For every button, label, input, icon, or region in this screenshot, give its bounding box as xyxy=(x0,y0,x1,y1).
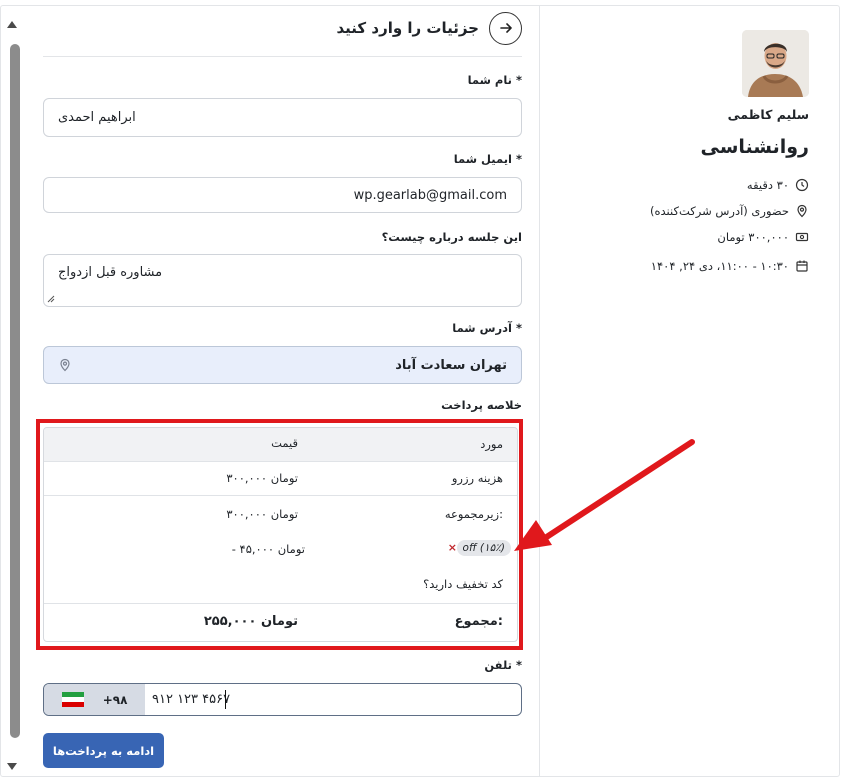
country-code: +۹۸ xyxy=(102,692,128,707)
name-field[interactable]: ابراهیم احمدی xyxy=(43,98,522,137)
form-title: جزئیات را وارد کنید xyxy=(336,19,479,37)
vertical-scrollbar[interactable] xyxy=(4,21,20,770)
notes-textarea[interactable]: مشاوره قبل ازدواج xyxy=(43,254,522,307)
event-title: روانشناسی xyxy=(700,136,809,158)
scroll-down-arrow[interactable] xyxy=(7,763,17,770)
email-field[interactable]: wp.gearlab@gmail.com xyxy=(43,177,522,213)
duration-text: ۳۰ دقیقه xyxy=(746,178,789,192)
submit-label: ادامه به پرداخت‌ها xyxy=(52,743,155,758)
scroll-thumb[interactable] xyxy=(10,44,20,738)
country-code-selector[interactable]: +۹۸ xyxy=(44,684,145,715)
map-pin-icon xyxy=(60,358,70,372)
email-label: ایمیل شما * xyxy=(453,152,522,166)
price-text: ۳۰۰,۰۰۰ تومان xyxy=(717,230,789,244)
scroll-up-arrow[interactable] xyxy=(7,21,17,28)
phone-label: تلفن * xyxy=(484,658,522,672)
avatar xyxy=(742,30,809,97)
clock-icon xyxy=(795,178,809,192)
highlight-box xyxy=(36,419,523,650)
host-photo xyxy=(742,30,809,97)
datetime-text: ۱۰:۳۰ - ۱۱:۰۰، دی ۲۴, ۱۴۰۴ xyxy=(650,259,789,273)
location-row: حضوری (آدرس شرکت‌کننده) xyxy=(650,204,809,218)
back-button[interactable] xyxy=(489,11,522,45)
calendar-icon xyxy=(796,260,808,272)
address-value: تهران سعادت آباد xyxy=(395,357,507,373)
map-pin-icon xyxy=(797,204,807,218)
form-panel: جزئیات را وارد کنید نام شما * ابراهیم اح… xyxy=(22,5,539,777)
summary-label: خلاصه پرداخت xyxy=(441,398,522,412)
arrow-right-icon xyxy=(499,23,512,33)
duration-row: ۳۰ دقیقه xyxy=(747,178,809,192)
iran-flag-icon xyxy=(61,692,84,707)
phone-field[interactable]: +۹۸ ۹۱۲ ۱۲۳ ۴۵۶۷ xyxy=(43,683,522,716)
continue-to-payment-button[interactable]: ادامه به پرداخت‌ها xyxy=(43,733,164,768)
host-name: سلیم کاظمی xyxy=(727,107,809,122)
annotation-arrow xyxy=(514,439,695,551)
address-field[interactable]: تهران سعادت آباد xyxy=(43,346,522,384)
email-value: wp.gearlab@gmail.com xyxy=(353,187,507,203)
name-value: ابراهیم احمدی xyxy=(58,110,136,125)
datetime-row: ۱۰:۳۰ - ۱۱:۰۰، دی ۲۴, ۱۴۰۴ xyxy=(651,259,809,273)
notes-value: مشاوره قبل ازدواج xyxy=(58,265,163,280)
text-caret xyxy=(225,690,226,709)
address-label: آدرس شما * xyxy=(452,321,522,335)
money-icon xyxy=(795,232,809,242)
resize-handle-icon[interactable] xyxy=(47,295,55,303)
name-label: نام شما * xyxy=(467,73,522,87)
panel-divider xyxy=(539,5,540,777)
form-header: جزئیات را وارد کنید xyxy=(337,11,522,45)
notes-label: این جلسه درباره چیست؟ xyxy=(381,230,522,244)
price-row: ۳۰۰,۰۰۰ تومان xyxy=(717,230,809,244)
location-text: حضوری (آدرس شرکت‌کننده) xyxy=(650,204,789,218)
header-divider xyxy=(43,56,522,57)
phone-value: ۹۱۲ ۱۲۳ ۴۵۶۷ xyxy=(152,692,231,707)
